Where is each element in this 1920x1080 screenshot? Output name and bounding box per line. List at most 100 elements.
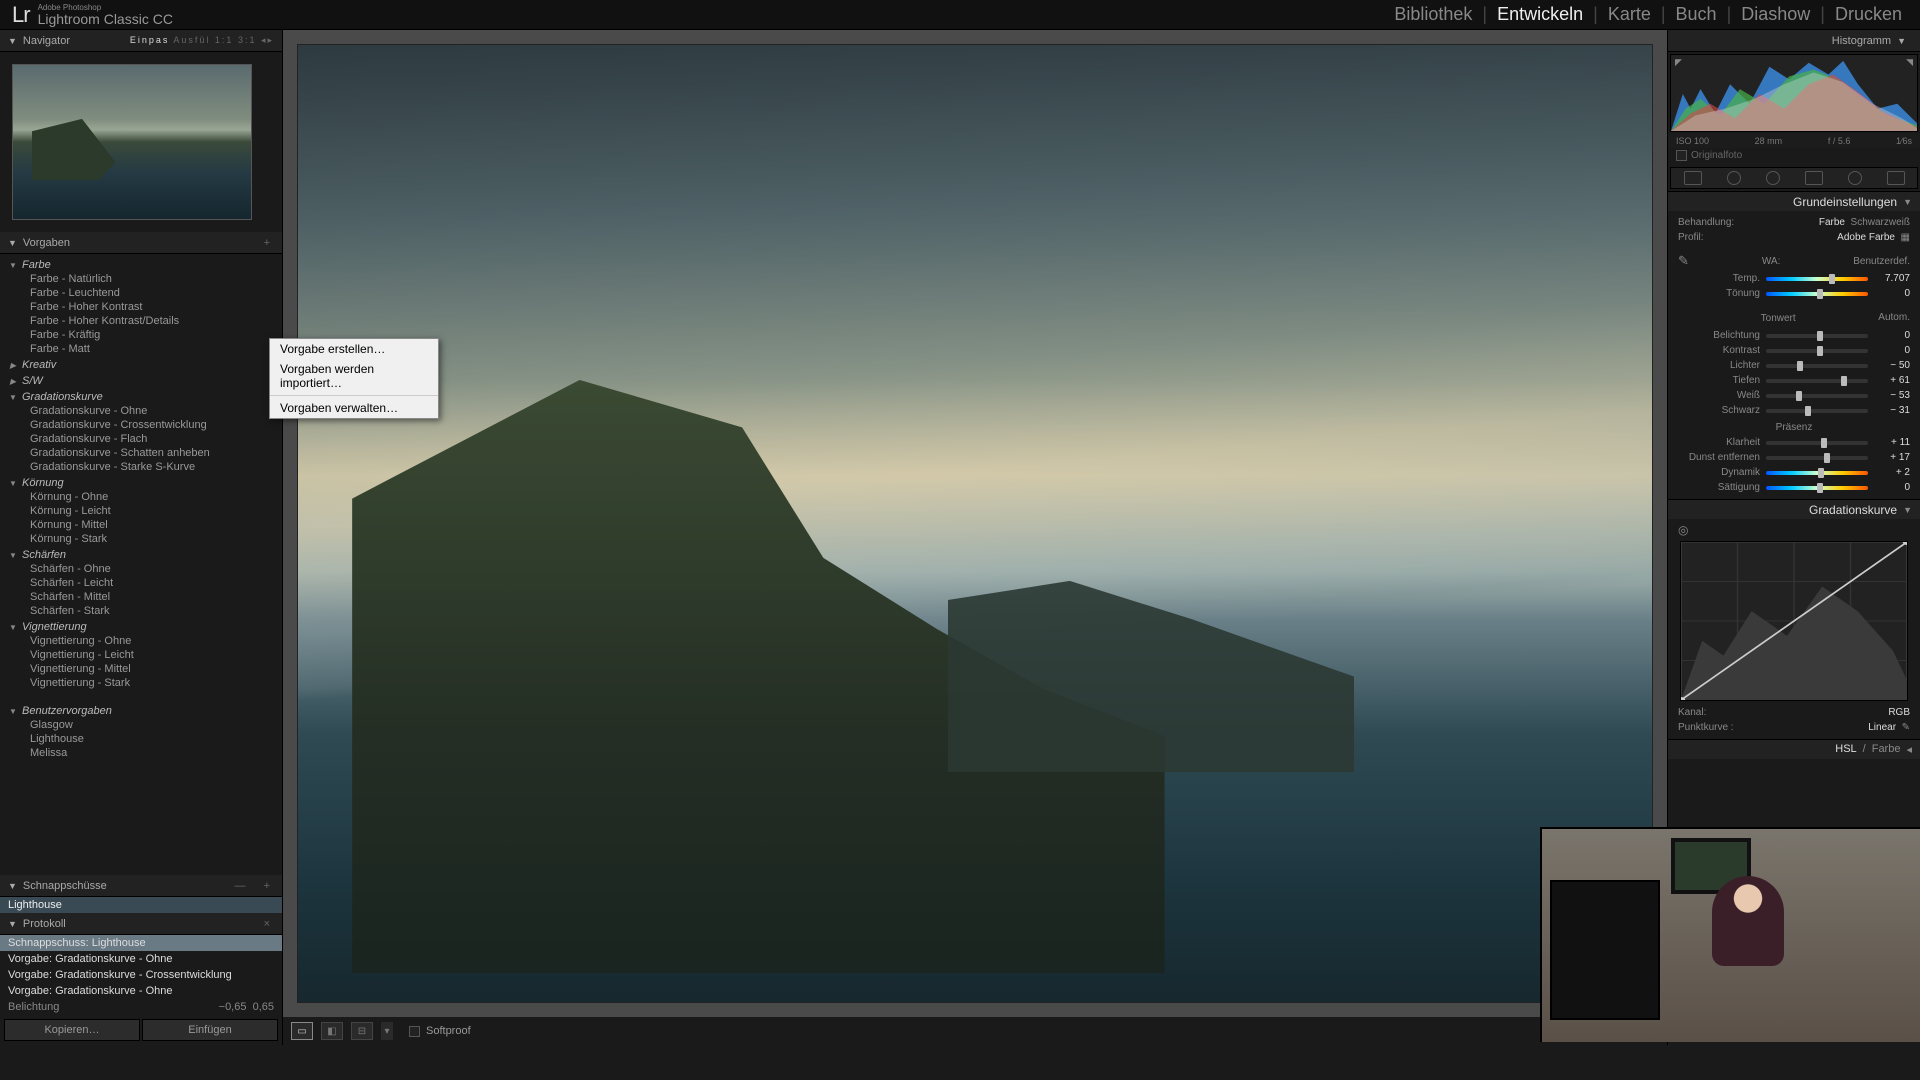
- preset-item[interactable]: Körnung - Stark: [30, 532, 274, 546]
- module-book[interactable]: Buch: [1670, 4, 1723, 25]
- loupe-view-icon[interactable]: ▭: [291, 1022, 313, 1040]
- gradient-tool-icon[interactable]: [1805, 171, 1823, 185]
- module-library[interactable]: Bibliothek: [1388, 4, 1478, 25]
- curve-edit-icon[interactable]: ✎: [1902, 722, 1910, 733]
- slider-Tiefen[interactable]: Tiefen+ 61: [1678, 373, 1910, 388]
- preset-item[interactable]: Farbe - Kräftig: [30, 328, 274, 342]
- presets-header[interactable]: ▼ Vorgaben +: [0, 232, 282, 254]
- preset-item[interactable]: Vignettierung - Stark: [30, 676, 274, 690]
- preset-item[interactable]: Gradationskurve - Crossentwicklung: [30, 418, 274, 432]
- preset-item[interactable]: Farbe - Natürlich: [30, 272, 274, 286]
- preset-item[interactable]: Farbe - Hoher Kontrast/Details: [30, 314, 274, 328]
- spot-tool-icon[interactable]: [1727, 171, 1741, 185]
- preset-item[interactable]: Vignettierung - Leicht: [30, 648, 274, 662]
- copy-button[interactable]: Kopieren…: [4, 1019, 140, 1041]
- preset-group[interactable]: ▶S/W: [8, 374, 274, 388]
- slider-Klarheit[interactable]: Klarheit+ 11: [1678, 435, 1910, 450]
- module-map[interactable]: Karte: [1602, 4, 1657, 25]
- preset-item[interactable]: Gradationskurve - Flach: [30, 432, 274, 446]
- profile-value[interactable]: Adobe Farbe: [1837, 232, 1895, 243]
- slider-Dynamik[interactable]: Dynamik+ 2: [1678, 465, 1910, 480]
- history-clear-icon[interactable]: ×: [264, 918, 274, 930]
- hsl-header[interactable]: HSL/Farbe◂: [1668, 739, 1920, 759]
- preset-item[interactable]: Farbe - Matt: [30, 342, 274, 356]
- slider-Dunst entfernen[interactable]: Dunst entfernen+ 17: [1678, 450, 1910, 465]
- module-print[interactable]: Drucken: [1829, 4, 1908, 25]
- preset-group[interactable]: ▼Schärfen: [8, 548, 274, 562]
- navigator-header[interactable]: ▼ Navigator Einpas Ausfül 1:1 3:1 ◂▸: [0, 30, 282, 52]
- before-after-lr-icon[interactable]: ◧: [321, 1022, 343, 1040]
- preset-item[interactable]: Gradationskurve - Schatten anheben: [30, 446, 274, 460]
- slider-Tönung[interactable]: Tönung0: [1678, 286, 1910, 301]
- treatment-color[interactable]: Farbe: [1819, 217, 1845, 228]
- slider-Temp.[interactable]: Temp.7.707: [1678, 271, 1910, 286]
- preset-item[interactable]: Schärfen - Leicht: [30, 576, 274, 590]
- preset-item[interactable]: Schärfen - Ohne: [30, 562, 274, 576]
- history-item[interactable]: Schnappschuss: Lighthouse: [0, 935, 282, 951]
- preset-group[interactable]: ▼Körnung: [8, 476, 274, 490]
- preset-item[interactable]: Schärfen - Mittel: [30, 590, 274, 604]
- curve-channel[interactable]: RGB: [1888, 707, 1910, 718]
- preset-item[interactable]: Lighthouse: [30, 732, 274, 746]
- ctx-create-preset[interactable]: Vorgabe erstellen…: [270, 339, 438, 359]
- paste-button[interactable]: Einfügen: [142, 1019, 278, 1041]
- history-item[interactable]: Vorgabe: Gradationskurve - Crossentwickl…: [0, 967, 282, 983]
- preset-item[interactable]: Farbe - Leuchtend: [30, 286, 274, 300]
- ctx-manage-presets[interactable]: Vorgaben verwalten…: [270, 398, 438, 418]
- slider-Weiß[interactable]: Weiß− 53: [1678, 388, 1910, 403]
- redeye-tool-icon[interactable]: [1766, 171, 1780, 185]
- curve-header[interactable]: Gradationskurve▼: [1668, 499, 1920, 519]
- wb-value[interactable]: Benutzerdef.: [1853, 256, 1910, 267]
- history-header[interactable]: ▼ Protokoll ×: [0, 913, 282, 935]
- presets-add-icon[interactable]: +: [264, 237, 274, 249]
- treatment-bw[interactable]: Schwarzweiß: [1851, 217, 1910, 228]
- slider-Schwarz[interactable]: Schwarz− 31: [1678, 403, 1910, 418]
- slider-Sättigung[interactable]: Sättigung0: [1678, 480, 1910, 495]
- history-item[interactable]: Vorgabe: Gradationskurve - Ohne: [0, 983, 282, 999]
- clip-shadow-icon[interactable]: ◤: [1675, 57, 1682, 68]
- preset-item[interactable]: Gradationskurve - Ohne: [30, 404, 274, 418]
- slider-Kontrast[interactable]: Kontrast0: [1678, 343, 1910, 358]
- preset-item[interactable]: Glasgow: [30, 718, 274, 732]
- preset-item[interactable]: Melissa: [30, 746, 274, 760]
- main-photo[interactable]: [297, 44, 1653, 1003]
- toolbar-chevron-icon[interactable]: ▾: [381, 1022, 393, 1040]
- basic-header[interactable]: Grundeinstellungen▼: [1668, 191, 1920, 211]
- preset-item[interactable]: Schärfen - Stark: [30, 604, 274, 618]
- clip-highlight-icon[interactable]: ◥: [1906, 57, 1913, 68]
- history-item[interactable]: Belichtung−0,65 0,65: [0, 999, 282, 1015]
- slider-Lichter[interactable]: Lichter− 50: [1678, 358, 1910, 373]
- preset-item[interactable]: Gradationskurve - Starke S-Kurve: [30, 460, 274, 474]
- preset-group[interactable]: ▶Kreativ: [8, 358, 274, 372]
- before-after-tb-icon[interactable]: ⊟: [351, 1022, 373, 1040]
- preset-group[interactable]: ▼Benutzervorgaben: [8, 704, 274, 718]
- radial-tool-icon[interactable]: [1848, 171, 1862, 185]
- curve-point[interactable]: Linear: [1868, 722, 1896, 733]
- preset-item[interactable]: Körnung - Ohne: [30, 490, 274, 504]
- brush-tool-icon[interactable]: [1887, 171, 1905, 185]
- history-item[interactable]: Vorgabe: Gradationskurve - Ohne: [0, 951, 282, 967]
- preset-item[interactable]: Vignettierung - Ohne: [30, 634, 274, 648]
- preset-item[interactable]: Körnung - Mittel: [30, 518, 274, 532]
- curve-target-icon[interactable]: ◎: [1678, 523, 1688, 537]
- profile-grid-icon[interactable]: ▦: [1901, 232, 1910, 243]
- module-develop[interactable]: Entwickeln: [1491, 4, 1589, 25]
- softproof-checkbox[interactable]: [409, 1026, 420, 1037]
- original-checkbox[interactable]: [1676, 150, 1687, 161]
- tone-curve[interactable]: [1680, 541, 1908, 701]
- navigator-zoom[interactable]: Einpas Ausfül 1:1 3:1 ◂▸: [130, 35, 274, 46]
- snapshots-header[interactable]: ▼ Schnappschüsse — +: [0, 875, 282, 897]
- auto-tone[interactable]: Autom.: [1878, 312, 1910, 323]
- module-slideshow[interactable]: Diashow: [1735, 4, 1816, 25]
- preset-group[interactable]: ▼Gradationskurve: [8, 390, 274, 404]
- preset-item[interactable]: Vignettierung - Mittel: [30, 662, 274, 676]
- preset-group[interactable]: ▼Vignettierung: [8, 620, 274, 634]
- slider-Belichtung[interactable]: Belichtung0: [1678, 328, 1910, 343]
- preset-item[interactable]: Körnung - Leicht: [30, 504, 274, 518]
- ctx-import-presets[interactable]: Vorgaben werden importiert…: [270, 359, 438, 393]
- snapshot-item[interactable]: Lighthouse: [0, 897, 282, 913]
- snapshots-icons[interactable]: — +: [234, 880, 274, 892]
- histogram-graph[interactable]: ◤ ◥: [1670, 54, 1918, 132]
- histogram-header[interactable]: Histogramm ▼: [1668, 30, 1920, 52]
- eyedropper-icon[interactable]: ✎: [1678, 253, 1689, 269]
